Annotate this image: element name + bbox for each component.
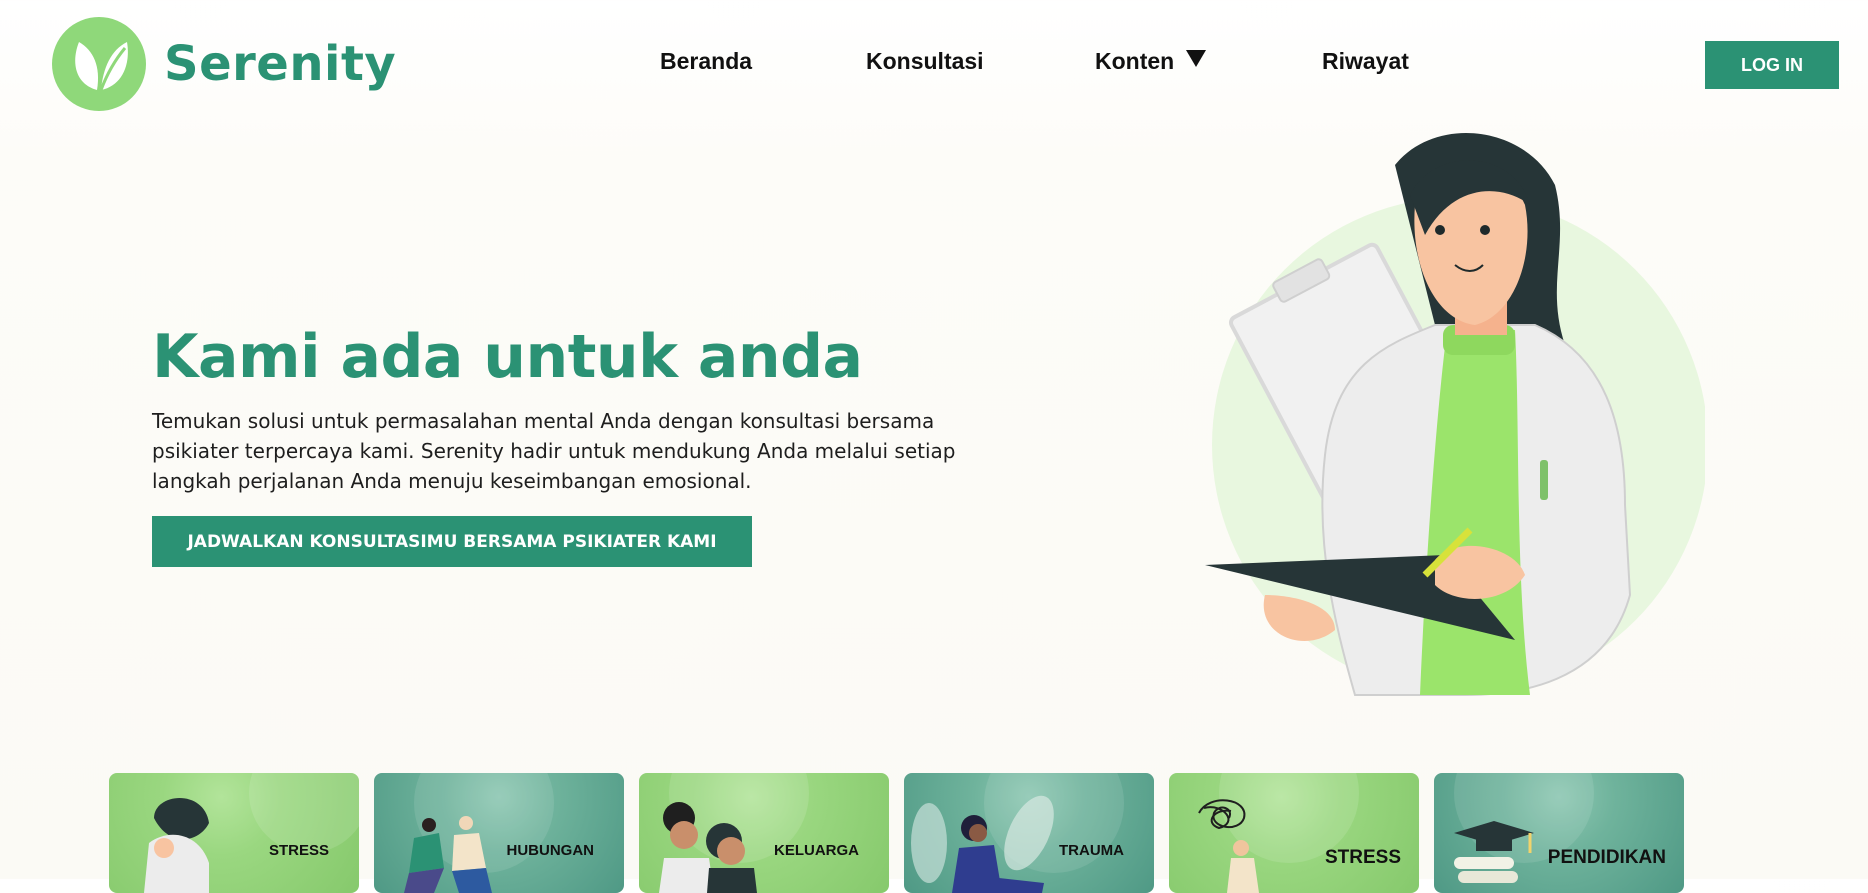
category-label: TRAUMA [1059, 842, 1124, 859]
stress-illustration [144, 773, 359, 893]
trauma-illustration [911, 773, 1124, 893]
nav-item-konten[interactable]: Konten [1095, 48, 1207, 75]
schedule-consultation-button[interactable]: JADWALKAN KONSULTASIMU BERSAMA PSIKIATER… [152, 516, 752, 567]
category-card-stress[interactable]: STRESS [109, 773, 359, 893]
nav-item-konsultasi[interactable]: Konsultasi [866, 48, 984, 75]
stress-mind-illustration [1198, 773, 1359, 893]
category-card-stress-2[interactable]: STRESS [1169, 773, 1419, 893]
category-label: PENDIDIKAN [1547, 847, 1666, 868]
category-card-hubungan[interactable]: HUBUNGAN [374, 773, 624, 893]
education-illustration [1454, 773, 1594, 883]
main-nav: Beranda Konsultasi Konten Riwayat [0, 48, 1868, 82]
category-label: KELUARGA [774, 842, 859, 859]
family-illustration [659, 773, 809, 893]
hero-description: Temukan solusi untuk permasalahan mental… [152, 409, 956, 493]
doctor-illustration [1185, 125, 1708, 715]
category-card-pendidikan[interactable]: PENDIDIKAN [1434, 773, 1684, 893]
nav-item-konten-label: Konten [1095, 48, 1175, 74]
hero-title: Kami ada untuk anda [152, 322, 863, 392]
caret-down-icon [1186, 50, 1207, 67]
nav-item-riwayat[interactable]: Riwayat [1322, 48, 1409, 75]
relationship-illustration [404, 773, 554, 893]
nav-item-beranda[interactable]: Beranda [660, 48, 752, 75]
category-label: STRESS [1324, 847, 1401, 868]
category-card-keluarga[interactable]: KELUARGA [639, 773, 889, 893]
category-label: HUBUNGAN [506, 842, 595, 859]
category-label: STRESS [268, 842, 329, 859]
category-card-trauma[interactable]: TRAUMA [904, 773, 1154, 893]
login-button[interactable]: LOG IN [1705, 41, 1839, 89]
